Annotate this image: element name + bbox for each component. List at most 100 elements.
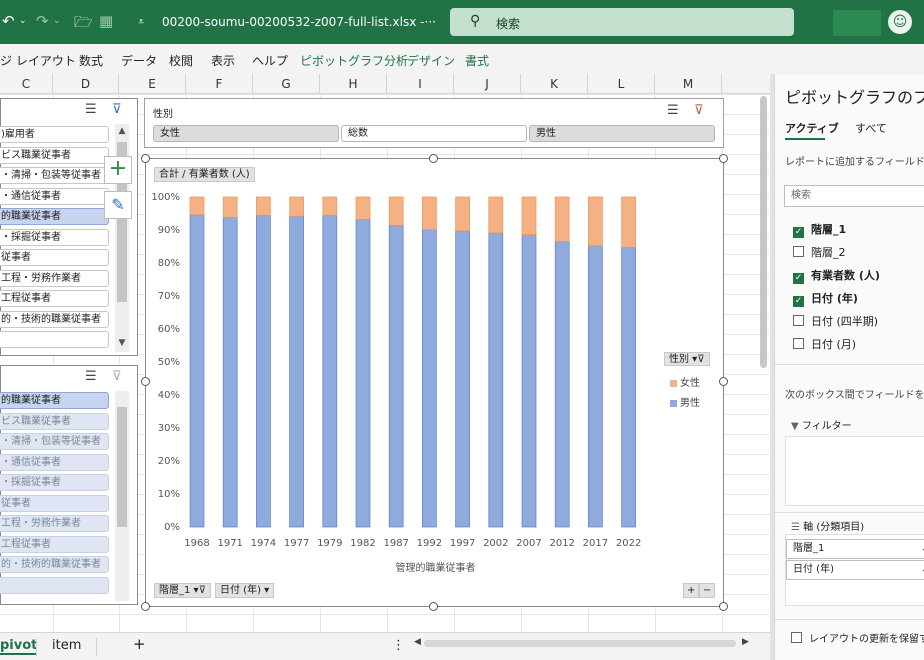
slicer-item[interactable]: ビス職業従事者	[0, 412, 109, 430]
add-sheet-button[interactable]: +	[133, 635, 146, 653]
slicer-item[interactable]: -	[0, 576, 109, 594]
bar-female-1971[interactable]	[222, 196, 238, 218]
search-box[interactable]: ⚲ 検索	[450, 8, 794, 36]
bar-male-1979[interactable]	[322, 214, 338, 528]
scroll-thumb[interactable]	[117, 407, 127, 527]
slicer-item[interactable]: )雇用者	[0, 126, 109, 143]
bar-male-1992[interactable]	[422, 229, 437, 528]
column-header-c[interactable]: C	[0, 74, 53, 94]
bar-male-1997[interactable]	[455, 230, 470, 528]
bar-female-1977[interactable]	[289, 196, 304, 217]
account-area[interactable]	[833, 10, 881, 36]
multi-select-icon[interactable]: ☰	[85, 369, 97, 384]
tab-review[interactable]: 校閲	[169, 52, 193, 69]
slicer-item[interactable]: ・通信従事者	[0, 453, 109, 471]
bar-female-2002[interactable]	[488, 196, 504, 234]
sheet-tab-item[interactable]: item	[52, 638, 81, 653]
scroll-thumb[interactable]	[760, 96, 767, 368]
legend-field-button[interactable]: 性別 ▾⊽	[664, 352, 710, 366]
resize-handle[interactable]	[719, 377, 728, 386]
field-row[interactable]: ✓ 日付 (年)	[793, 290, 858, 307]
field-checkbox[interactable]	[793, 246, 804, 257]
bar-female-1968[interactable]	[189, 196, 205, 216]
slicer-item[interactable]: 工程従事者	[0, 535, 109, 553]
clear-filter-icon[interactable]: ⊽	[694, 103, 704, 118]
field-checkbox[interactable]: ✓	[793, 296, 804, 307]
tab-active-fields[interactable]: アクティブ	[785, 120, 839, 136]
bar-male-1971[interactable]	[222, 217, 238, 528]
bar-male-1968[interactable]	[189, 214, 205, 528]
bar-male-2017[interactable]	[588, 245, 603, 528]
scroll-down-icon[interactable]: ▼	[115, 338, 129, 348]
field-search-input[interactable]: 検索	[784, 185, 924, 207]
redo-icon[interactable]: ↷	[36, 12, 49, 30]
clear-filter-icon[interactable]: ⊽	[112, 102, 122, 117]
slicer-item[interactable]: ・清掃・包装等従事者	[0, 433, 109, 450]
slicer-item[interactable]: ビス職業従事者	[0, 146, 109, 164]
defer-update-checkbox[interactable]	[791, 632, 802, 643]
bar-male-1977[interactable]	[289, 215, 304, 528]
slicer-item[interactable]: 的・技術的職業従事者	[0, 310, 109, 328]
field-checkbox[interactable]: ✓	[793, 227, 804, 238]
scroll-up-icon[interactable]: ▲	[115, 126, 129, 136]
sex-button-female[interactable]: 女性	[153, 125, 339, 142]
slicer-item[interactable]: 従事者	[0, 494, 109, 512]
chart-legend[interactable]: 性別 ▾⊽ 女性 男性	[664, 352, 716, 412]
bar-male-2002[interactable]	[488, 232, 504, 528]
resize-handle[interactable]	[719, 602, 728, 611]
slicer-item[interactable]: -	[0, 331, 109, 348]
slicer-sex[interactable]: 性別 ☰ ⊽ 女性 総数 男性	[144, 98, 724, 148]
sheet-tab-pivot[interactable]: pivot	[0, 638, 38, 655]
slicer-item[interactable]: ・採掘従事者	[0, 228, 109, 246]
column-header-i[interactable]: I	[387, 74, 454, 94]
customize-qat-icon[interactable]: ⩡	[138, 15, 144, 29]
field-row[interactable]: 日付 (四半期)	[793, 313, 878, 329]
bar-female-1982[interactable]	[355, 196, 371, 220]
touch-mode-icon[interactable]: ▦	[99, 12, 113, 30]
bar-female-1979[interactable]	[322, 196, 338, 216]
column-header-k[interactable]: K	[521, 74, 588, 94]
field-checkbox[interactable]: ✓	[793, 273, 804, 284]
slicer-item[interactable]: 的職業従事者	[0, 208, 109, 225]
slicer-scrollbar[interactable]	[115, 391, 129, 601]
tab-formulas[interactable]: 数式	[79, 52, 103, 69]
resize-handle[interactable]	[141, 154, 150, 163]
bar-male-2007[interactable]	[521, 234, 537, 528]
column-header-h[interactable]: H	[320, 74, 387, 94]
filter-area[interactable]	[785, 436, 924, 506]
slicer-item[interactable]: 従事者	[0, 249, 109, 266]
resize-handle[interactable]	[429, 602, 438, 611]
slicer-item[interactable]: 工程・労務作業者	[0, 269, 109, 287]
tab-data[interactable]: データ	[121, 52, 157, 69]
axis-item-2[interactable]: 日付 (年)⌄	[786, 560, 924, 580]
resize-handle[interactable]	[429, 154, 438, 163]
slicer-item[interactable]: 工程従事者	[0, 290, 109, 307]
chart-styles-button[interactable]: ✎	[104, 191, 132, 219]
bar-female-1992[interactable]	[422, 196, 437, 231]
slicer-category-1[interactable]: ☰ ⊽ )雇用者 ビス職業従事者 ・清掃・包装等従事者 ・通信従事者 的職業従事者 ・採掘…	[0, 98, 138, 356]
resize-handle[interactable]	[719, 154, 728, 163]
bar-female-2012[interactable]	[554, 196, 570, 242]
bar-female-2007[interactable]	[521, 196, 537, 235]
expand-field-button[interactable]: +	[683, 583, 700, 598]
column-header-m[interactable]: M	[655, 74, 722, 94]
field-checkbox[interactable]	[793, 338, 804, 349]
bar-female-1997[interactable]	[455, 196, 470, 232]
resize-handle[interactable]	[141, 602, 150, 611]
redo-dropdown-icon[interactable]: ⌄	[53, 16, 61, 26]
field-row[interactable]: 階層_2	[793, 244, 846, 260]
slicer-item[interactable]: ・採掘従事者	[0, 474, 109, 491]
multi-select-icon[interactable]: ☰	[667, 103, 679, 118]
column-header-f[interactable]: F	[186, 74, 253, 94]
tab-format[interactable]: 書式	[465, 52, 489, 69]
tab-view[interactable]: 表示	[211, 52, 235, 69]
tab-pivotchart-analyze[interactable]: ピボットグラフ分析	[300, 52, 408, 69]
axis-field-button-2[interactable]: 日付 (年) ▾	[215, 583, 275, 598]
defer-update-row[interactable]: レイアウトの更新を保留す	[791, 630, 924, 645]
slicer-item[interactable]: 的・技術的職業従事者	[0, 556, 109, 573]
user-icon[interactable]: ☺	[888, 10, 912, 34]
column-header-d[interactable]: D	[53, 74, 119, 94]
bar-female-2017[interactable]	[588, 196, 603, 247]
column-header-j[interactable]: J	[454, 74, 521, 94]
chart-elements-button[interactable]: +	[104, 156, 132, 184]
